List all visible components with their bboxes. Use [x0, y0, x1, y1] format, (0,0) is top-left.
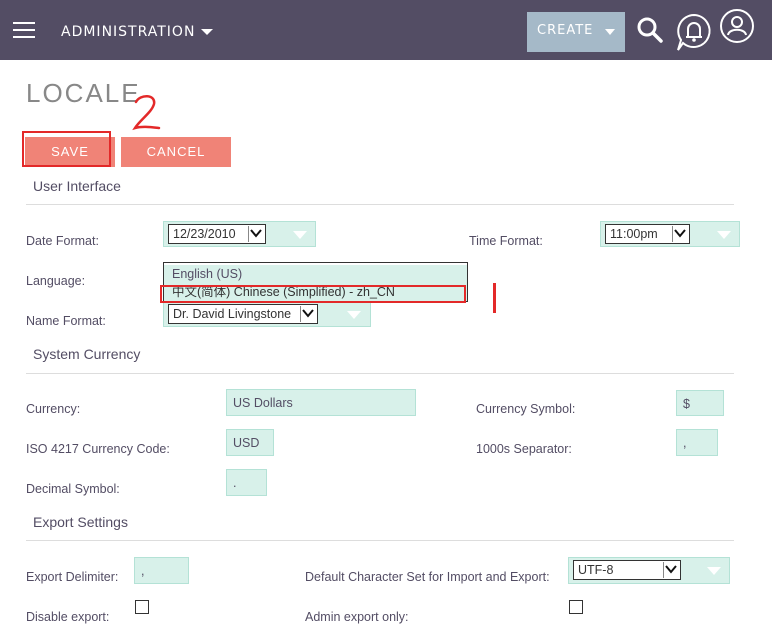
dropdown-arrow-icon [293, 231, 307, 239]
section-title-user-interface: User Interface [33, 178, 121, 194]
thousands-separator-label: 1000s Separator: [476, 442, 572, 456]
section-divider [26, 373, 734, 374]
currency-symbol-label: Currency Symbol: [476, 402, 576, 416]
admin-export-only-label: Admin export only: [305, 610, 409, 624]
administration-menu-label: ADMINISTRATION [61, 24, 196, 40]
notifications-bell-icon[interactable] [675, 12, 713, 52]
admin-export-only-checkbox[interactable] [569, 600, 583, 614]
chevron-down-icon [300, 306, 316, 322]
cancel-button[interactable]: CANCEL [121, 137, 231, 167]
charset-value: UTF-8 [578, 563, 614, 577]
search-icon[interactable] [636, 16, 664, 44]
hamburger-menu-icon[interactable] [13, 22, 35, 38]
iso-currency-code-label: ISO 4217 Currency Code: [26, 442, 170, 456]
decimal-symbol-field[interactable]: . [226, 469, 267, 496]
user-profile-icon[interactable] [719, 8, 755, 44]
annotation-step-1 [493, 283, 496, 313]
section-title-system-currency: System Currency [33, 346, 141, 362]
annotation-step-2 [132, 95, 161, 131]
page-edge [768, 60, 772, 629]
decimal-symbol-label: Decimal Symbol: [26, 482, 120, 496]
top-navigation-bar: ADMINISTRATION CREATE [0, 0, 772, 60]
page-title: LOCALE [26, 78, 141, 108]
date-format-label: Date Format: [26, 234, 99, 248]
charset-select[interactable]: UTF-8 [568, 557, 730, 584]
thousands-separator-field[interactable]: , [676, 429, 718, 456]
export-delimiter-label: Export Delimiter: [26, 570, 119, 584]
section-divider [26, 540, 734, 541]
section-title-export-settings: Export Settings [33, 514, 128, 530]
language-option-english[interactable]: English (US) [164, 265, 467, 283]
language-label: Language: [26, 274, 86, 288]
disable-export-checkbox[interactable] [135, 600, 149, 614]
create-button[interactable]: CREATE [527, 12, 625, 52]
dropdown-arrow-icon [717, 231, 731, 239]
date-format-select[interactable]: 12/23/2010 [163, 221, 316, 247]
charset-label: Default Character Set for Import and Exp… [305, 570, 550, 584]
time-format-value: 11:00pm [610, 227, 658, 241]
chevron-down-icon [663, 562, 679, 578]
create-button-label: CREATE [537, 23, 594, 38]
chevron-down-icon [248, 226, 264, 242]
currency-field[interactable]: US Dollars [226, 389, 416, 416]
time-format-label: Time Format: [469, 234, 543, 248]
currency-label: Currency: [26, 402, 81, 416]
disable-export-label: Disable export: [26, 610, 110, 624]
section-divider [26, 204, 734, 205]
name-format-label: Name Format: [26, 314, 106, 328]
time-format-select[interactable]: 11:00pm [600, 221, 740, 247]
annotation-save-highlight [22, 131, 111, 167]
iso-currency-code-field[interactable]: USD [226, 429, 274, 456]
dropdown-arrow-icon [707, 567, 721, 575]
name-format-value: Dr. David Livingstone [173, 307, 292, 321]
date-format-value: 12/23/2010 [173, 227, 236, 241]
dropdown-arrow-icon [347, 311, 361, 319]
administration-menu[interactable]: ADMINISTRATION [61, 24, 214, 40]
chevron-down-icon [672, 226, 688, 242]
name-format-select[interactable]: Dr. David Livingstone [163, 302, 371, 327]
annotation-chinese-highlight [160, 285, 466, 303]
export-delimiter-field[interactable]: , [134, 557, 189, 584]
currency-symbol-field[interactable]: $ [676, 390, 724, 416]
caret-down-icon [201, 29, 214, 35]
caret-down-icon [605, 29, 615, 35]
